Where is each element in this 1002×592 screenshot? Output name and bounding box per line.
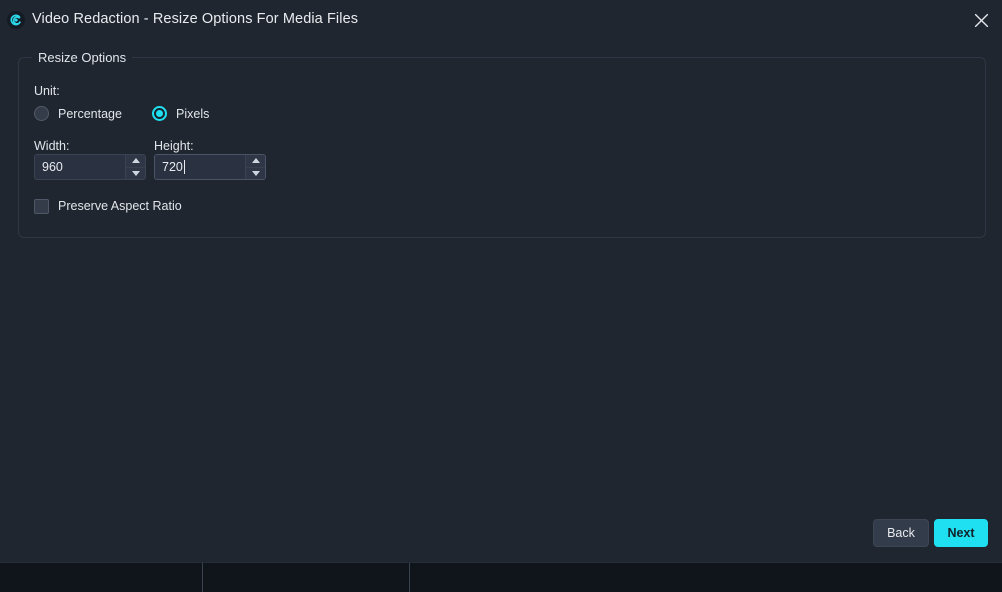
height-spinner-down-button[interactable] bbox=[246, 168, 265, 180]
radio-label-pixels: Pixels bbox=[176, 106, 210, 121]
text-caret bbox=[183, 160, 185, 174]
width-stepper[interactable]: 960 bbox=[34, 154, 146, 180]
width-label: Width: bbox=[34, 139, 70, 153]
next-button[interactable]: Next bbox=[934, 519, 988, 547]
unit-label: Unit: bbox=[34, 84, 60, 98]
checkbox-indicator[interactable] bbox=[34, 198, 49, 214]
strip-divider bbox=[409, 563, 410, 592]
strip-divider bbox=[202, 563, 203, 592]
radio-label-percentage: Percentage bbox=[58, 106, 122, 121]
chevron-up-icon bbox=[131, 158, 140, 164]
radio-indicator-pixels[interactable] bbox=[152, 106, 167, 121]
width-input[interactable]: 960 bbox=[35, 155, 125, 179]
radio-option-pixels[interactable]: Pixels bbox=[152, 104, 209, 123]
back-button[interactable]: Back bbox=[873, 519, 929, 547]
chevron-down-icon bbox=[131, 170, 140, 176]
close-icon bbox=[974, 13, 988, 27]
bottom-strip bbox=[0, 562, 1002, 592]
dialog-window: Video Redaction - Resize Options For Med… bbox=[0, 0, 1002, 592]
radio-option-percentage[interactable]: Percentage bbox=[34, 104, 122, 123]
window-title: Video Redaction - Resize Options For Med… bbox=[32, 11, 359, 27]
height-input-value: 720 bbox=[162, 160, 183, 174]
radio-indicator-percentage[interactable] bbox=[34, 106, 49, 121]
height-stepper[interactable]: 720 bbox=[154, 154, 266, 180]
width-spinner-up-button[interactable] bbox=[126, 155, 145, 168]
title-bar: Video Redaction - Resize Options For Med… bbox=[0, 0, 1002, 40]
preserve-aspect-ratio-checkbox[interactable]: Preserve Aspect Ratio bbox=[34, 197, 182, 215]
width-spinner-buttons bbox=[125, 155, 145, 179]
spiral-logo-icon bbox=[7, 11, 25, 29]
width-spinner-down-button[interactable] bbox=[126, 168, 145, 180]
height-label: Height: bbox=[154, 139, 194, 153]
chevron-down-icon bbox=[251, 170, 260, 176]
resize-options-title: Resize Options bbox=[32, 50, 133, 65]
chevron-up-icon bbox=[251, 158, 260, 164]
close-button[interactable] bbox=[964, 5, 998, 35]
height-spinner-up-button[interactable] bbox=[246, 155, 265, 168]
height-input[interactable]: 720 bbox=[155, 155, 245, 179]
preserve-aspect-ratio-label: Preserve Aspect Ratio bbox=[58, 199, 182, 213]
height-spinner-buttons bbox=[245, 155, 265, 179]
